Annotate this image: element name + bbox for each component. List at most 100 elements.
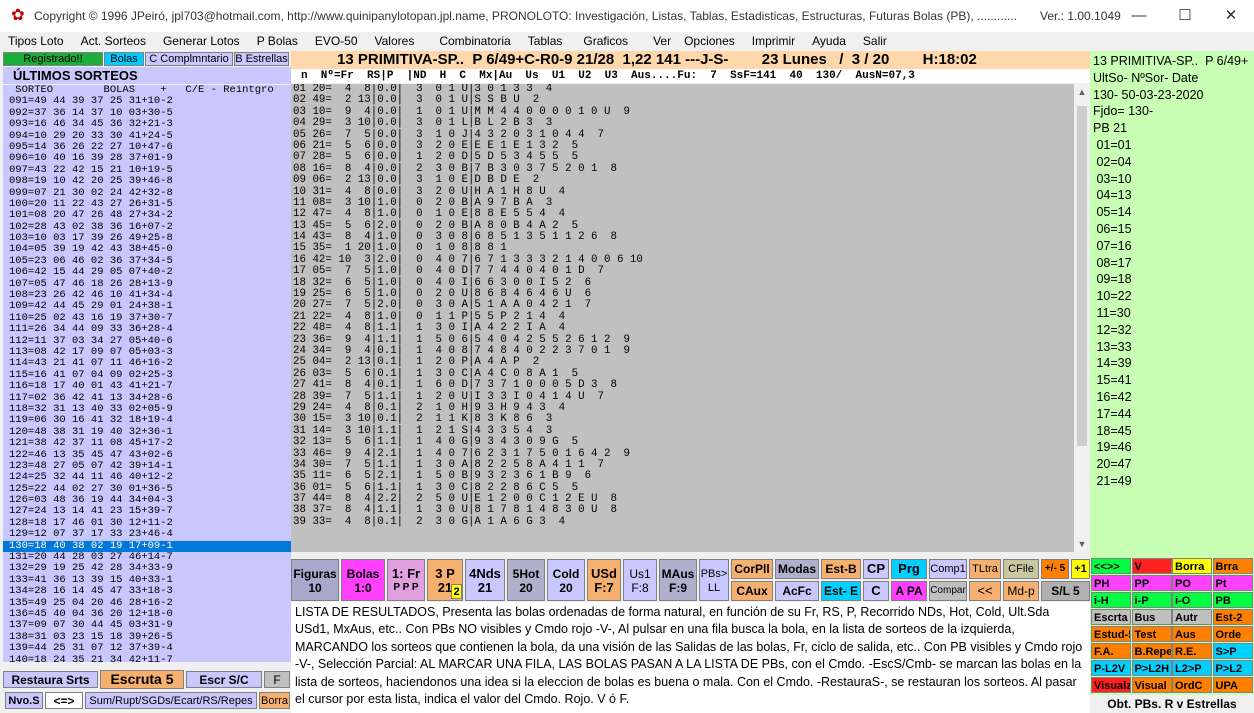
menu-ver[interactable]: Ver: [653, 34, 671, 48]
menu-valores[interactable]: Valores: [375, 34, 415, 48]
pb-item[interactable]: 06=15: [1093, 221, 1253, 238]
menu-salir[interactable]: Salir: [863, 34, 887, 48]
results-list[interactable]: 01 20= 4 8|0.0| 3 0 1 U|3 0 1 3 3 4 02 49…: [291, 84, 1074, 552]
cfile-button[interactable]: CFile: [1003, 559, 1039, 579]
tltra-button[interactable]: TLtra: [969, 559, 1001, 579]
result-row[interactable]: 09 06= 2 13|0.0| 3 1 0 E|D B D E 2: [293, 174, 1074, 186]
md-p-button[interactable]: Md-p: [1003, 581, 1039, 601]
right-cmd-button[interactable]: Test: [1131, 626, 1172, 642]
maximize-button[interactable]: ☐: [1162, 0, 1208, 32]
pb-item[interactable]: 03=10: [1093, 171, 1253, 188]
compar-button[interactable]: Compar: [929, 581, 967, 601]
comp1-button[interactable]: Comp1: [929, 559, 967, 579]
pb-item[interactable]: 17=44: [1093, 406, 1253, 423]
result-row[interactable]: 22 48= 4 8|1.1| 1 3 0 I|A 4 2 2 I A 4: [293, 322, 1074, 334]
right-cmd-button[interactable]: i-P: [1131, 592, 1172, 608]
result-row[interactable]: 17 05= 7 5|1.0| 0 4 0 D|7 7 4 4 0 4 0 1 …: [293, 265, 1074, 277]
us1-button[interactable]: Us1 F:8: [623, 559, 657, 601]
right-cmd-button[interactable]: Visualzo: [1091, 677, 1131, 693]
pbs-button[interactable]: PBs> LL: [699, 559, 729, 601]
right-cmd-button[interactable]: PB: [1212, 592, 1253, 608]
pb-item[interactable]: 09=18: [1093, 271, 1253, 288]
menu-act-sorteos[interactable]: Act. Sorteos: [81, 34, 146, 48]
sorteo-row[interactable]: 124=25 32 44 11 46 40+12-2: [3, 471, 291, 483]
menu-combinatoria[interactable]: Combinatoria: [439, 34, 510, 48]
pb-item[interactable]: 10=22: [1093, 288, 1253, 305]
right-cmd-button[interactable]: F.A.: [1091, 643, 1131, 659]
right-cmd-button[interactable]: S>P: [1212, 643, 1253, 659]
sorteo-row[interactable]: 121=38 42 37 11 08 45+17-2: [3, 437, 291, 449]
obt-pbs-label[interactable]: Obt. PBs. R v Estrellas: [1090, 695, 1254, 713]
figuras-button[interactable]: Figuras 10: [291, 559, 339, 601]
right-cmd-button[interactable]: Bus: [1131, 609, 1172, 625]
5hot-button[interactable]: 5Hot 20: [507, 559, 545, 601]
right-cmd-button[interactable]: Escrta: [1091, 609, 1131, 625]
pb-item[interactable]: 18=45: [1093, 423, 1253, 440]
restaura-sorteos-button[interactable]: Restaura Srts: [3, 671, 98, 688]
scroll-up-icon[interactable]: ▲: [1074, 84, 1090, 100]
pb-item[interactable]: 14=39: [1093, 355, 1253, 372]
menu-p-bolas[interactable]: P Bolas: [257, 34, 298, 48]
right-cmd-button[interactable]: Orde: [1212, 626, 1253, 642]
result-row[interactable]: 32 13= 5 6|1.1| 1 4 0 G|9 3 4 3 0 9 G 5: [293, 436, 1074, 448]
pb-item[interactable]: 13=33: [1093, 339, 1253, 356]
nuevo-sorteo-button[interactable]: Nvo.S: [5, 692, 43, 709]
sum-rupt-button[interactable]: Sum/Rupt/SGDs/Ecart/RS/Repes: [85, 692, 257, 709]
right-cmd-button[interactable]: PO: [1172, 575, 1212, 591]
scroll-down-icon[interactable]: ▼: [1074, 536, 1090, 552]
right-cmd-button[interactable]: Aus: [1172, 626, 1212, 642]
menu-ayuda[interactable]: Ayuda: [812, 34, 846, 48]
sorteo-row[interactable]: 111=26 34 44 09 33 36+28-4: [3, 323, 291, 335]
right-cmd-button[interactable]: Borra: [1172, 558, 1212, 574]
acfc-button[interactable]: AcFc: [775, 581, 819, 601]
sorteos-list[interactable]: SORTEO BOLAS + C/E - Reintgro 091=49 44 3…: [3, 85, 291, 662]
pb-item[interactable]: 20=47: [1093, 456, 1253, 473]
right-cmd-button[interactable]: UPA: [1212, 677, 1253, 693]
est-b-button[interactable]: Est-B: [821, 559, 861, 579]
pb-item[interactable]: 01=01: [1093, 137, 1253, 154]
right-cmd-button[interactable]: OrdC: [1172, 677, 1212, 693]
sorteo-row[interactable]: 098=19 10 42 20 25 39+46-8: [3, 175, 291, 187]
results-scrollbar[interactable]: ▲ ▼: [1074, 84, 1090, 552]
sorteo-row[interactable]: 134=28 16 14 45 47 33+18-3: [3, 585, 291, 597]
c-button[interactable]: C: [863, 581, 889, 601]
borra-left-button[interactable]: Borra: [259, 692, 290, 709]
result-row[interactable]: 39 33= 4 8|0.1| 2 3 0 G|A 1 A 6 G 3 4: [293, 516, 1074, 528]
pb-item[interactable]: 19=46: [1093, 439, 1253, 456]
apa-button[interactable]: A PA: [891, 581, 927, 601]
pb-item[interactable]: 05=14: [1093, 204, 1253, 221]
right-cmd-button[interactable]: PH: [1091, 575, 1131, 591]
caux-button[interactable]: CAux: [731, 581, 773, 601]
4nds-button[interactable]: 4Nds 21: [465, 559, 505, 601]
right-cmd-button[interactable]: Pt: [1212, 575, 1253, 591]
estrellas-tab[interactable]: B Estrellas: [234, 52, 289, 66]
back-button[interactable]: <<: [969, 581, 1001, 601]
pb-item[interactable]: 21=49: [1093, 473, 1253, 490]
sorteo-row[interactable]: 140=18 24 35 21 34 42+11-7: [3, 654, 291, 662]
arrows-button[interactable]: <=>: [45, 692, 83, 709]
sl-5-button[interactable]: S/L 5: [1041, 581, 1090, 601]
bolas-button[interactable]: Bolas 1:0: [341, 559, 385, 601]
sorteo-row[interactable]: 101=08 20 47 26 48 27+34-2: [3, 209, 291, 221]
corpll-button[interactable]: CorPll: [731, 559, 773, 579]
result-row[interactable]: 35 11= 6 5|2.1| 1 5 0 B|9 3 2 3 6 1 B 9 …: [293, 470, 1074, 482]
escr-sc-button[interactable]: Escr S/C: [186, 671, 262, 688]
result-row[interactable]: 12 47= 4 8|1.0| 0 1 0 E|8 8 E 5 5 4 4: [293, 208, 1074, 220]
bolas-tab[interactable]: Bolas: [104, 52, 144, 66]
sorteo-row[interactable]: 093=16 46 34 45 36 32+21-3: [3, 118, 291, 130]
result-row[interactable]: 27 41= 8 4|0.1| 1 6 0 D|7 3 7 1 0 0 0 5 …: [293, 379, 1074, 391]
f-button[interactable]: F: [264, 671, 290, 688]
pb-item[interactable]: 15=41: [1093, 372, 1253, 389]
plus-1-button[interactable]: +1: [1071, 559, 1090, 579]
result-row[interactable]: 30 15= 3 10|0.1| 2 1 1 K|8 3 K 8 6 3: [293, 413, 1074, 425]
menu-imprimir[interactable]: Imprimir: [752, 34, 795, 48]
right-cmd-button[interactable]: L2>P: [1172, 660, 1212, 676]
result-row[interactable]: 04 29= 3 10|0.0| 3 0 1 L|B L 2 B 3 3: [293, 117, 1074, 129]
pb-item[interactable]: 04=13: [1093, 187, 1253, 204]
menu-tablas[interactable]: Tablas: [528, 34, 563, 48]
pb-item[interactable]: 16=42: [1093, 389, 1253, 406]
right-cmd-button[interactable]: Est-2: [1212, 609, 1253, 625]
pb-list[interactable]: 13 PRIMITIVA-SP.. P 6/49+ UltSo- NºSor- D…: [1093, 53, 1253, 490]
pb-item[interactable]: 12=32: [1093, 322, 1253, 339]
pb-item[interactable]: 02=04: [1093, 154, 1253, 171]
